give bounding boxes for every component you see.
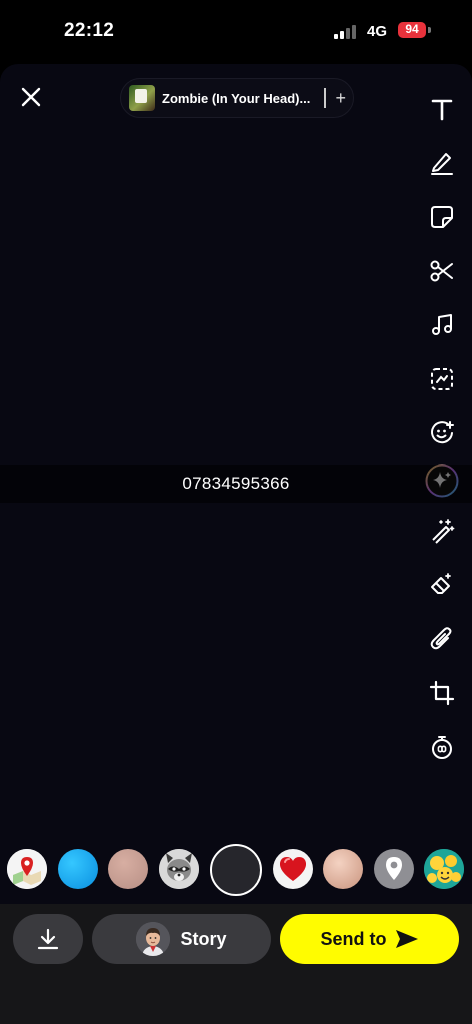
eraser-icon xyxy=(431,573,451,594)
music-title: Zombie (In Your Head)... xyxy=(162,90,311,106)
emoji-faces-icon xyxy=(424,849,464,889)
crop-tool-button[interactable] xyxy=(427,678,457,708)
crop-icon xyxy=(429,680,455,706)
heart-icon xyxy=(279,857,307,881)
raccoon-lens[interactable] xyxy=(159,849,199,889)
emoji-tool-button[interactable] xyxy=(427,418,457,448)
magic-wand-icon xyxy=(432,519,455,544)
magic-tool-button[interactable] xyxy=(427,516,457,546)
send-label: Send to xyxy=(320,928,387,949)
location-lens[interactable] xyxy=(374,849,414,889)
status-bar: 22:12 4G 94 xyxy=(0,0,472,62)
timer-icon xyxy=(432,736,452,759)
album-art xyxy=(129,85,155,111)
peach-lens[interactable] xyxy=(323,849,363,889)
eraser-tool-button[interactable] xyxy=(427,570,457,600)
music-tool-button[interactable] xyxy=(427,310,457,340)
scissors-icon xyxy=(430,260,453,282)
caption-bar[interactable]: 07834595366 xyxy=(0,465,472,503)
attachment-icon xyxy=(430,627,452,650)
pill-divider xyxy=(324,88,326,108)
sticker-tool-button[interactable] xyxy=(427,202,457,232)
battery-level: 94 xyxy=(405,22,419,36)
story-label: Story xyxy=(180,928,227,949)
close-icon xyxy=(21,87,41,107)
map-pin-icon xyxy=(7,849,47,889)
capture-lens[interactable] xyxy=(210,844,262,896)
music-icon xyxy=(432,314,452,335)
map-lens[interactable] xyxy=(7,849,47,889)
lens-carousel xyxy=(0,844,472,896)
status-time: 22:12 xyxy=(64,20,115,41)
save-button[interactable] xyxy=(13,914,83,964)
bottom-action-bar: Story Send to xyxy=(0,904,472,1024)
signal-icon xyxy=(334,24,360,39)
bitmoji-avatar-icon xyxy=(136,922,171,956)
battery-cap xyxy=(428,27,431,33)
draw-tool-button[interactable] xyxy=(427,148,457,178)
sticker-icon xyxy=(431,206,453,228)
send-arrow-icon xyxy=(395,930,418,948)
story-button[interactable]: Story xyxy=(92,914,271,964)
text-icon xyxy=(431,99,453,121)
download-icon xyxy=(37,928,59,950)
close-button[interactable] xyxy=(14,80,48,114)
pen-icon xyxy=(431,153,453,175)
music-pill[interactable]: Zombie (In Your Head)... + xyxy=(120,78,354,118)
pink-lens[interactable] xyxy=(108,849,148,889)
attachment-tool-button[interactable] xyxy=(427,624,457,654)
avatar xyxy=(136,922,171,956)
scissors-tool-button[interactable] xyxy=(427,256,457,286)
text-tool-button[interactable] xyxy=(427,94,457,124)
blue-lens[interactable] xyxy=(58,849,98,889)
add-music-button[interactable]: + xyxy=(330,89,352,107)
emoji-icon xyxy=(431,421,454,444)
location-pin-icon xyxy=(386,857,402,880)
battery-icon: 94 xyxy=(398,22,426,38)
raccoon-icon xyxy=(159,849,199,889)
lens-icon xyxy=(431,368,453,390)
network-type: 4G xyxy=(367,23,388,40)
lens-tool-button[interactable] xyxy=(427,364,457,394)
caption-text: 07834595366 xyxy=(182,474,290,493)
snap-canvas[interactable]: Zombie (In Your Head)... + 07834595366 xyxy=(0,64,472,904)
heart-lens[interactable] xyxy=(273,849,313,889)
timer-tool-button[interactable] xyxy=(427,732,457,762)
send-to-button[interactable]: Send to xyxy=(280,914,459,964)
emoji-lens[interactable] xyxy=(424,849,464,889)
